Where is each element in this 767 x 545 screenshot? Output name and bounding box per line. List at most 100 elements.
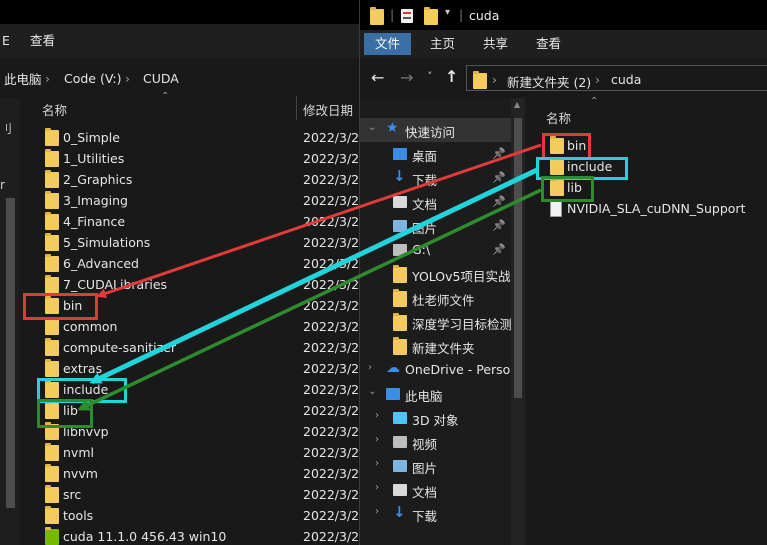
folder-icon — [393, 288, 409, 307]
left-tab-partial[interactable]: E — [0, 30, 20, 52]
folder-icon — [45, 233, 59, 251]
address-box[interactable]: › 新建文件夹 (2) › cuda — [466, 65, 767, 91]
file-modified-date: 2022/3/22 — [303, 235, 368, 250]
lib-highlight-box-left — [37, 399, 93, 428]
file-modified-date: 2022/3/22 — [303, 382, 368, 397]
pin-icon: 📌 — [492, 243, 506, 256]
chevron-down-icon[interactable]: ⌄ — [368, 386, 376, 397]
picture-icon — [393, 220, 407, 232]
folder-icon — [45, 191, 59, 209]
file-name: cuda 11.1.0 456.43 win10 — [63, 529, 227, 544]
folder-icon — [45, 317, 59, 335]
file-name: extras — [63, 361, 103, 376]
file-modified-date: 2022/3/22 — [303, 340, 368, 355]
properties-icon[interactable] — [401, 9, 413, 23]
drive-icon — [393, 244, 407, 256]
left-tab-view[interactable]: 查看 — [20, 30, 65, 52]
titlebar-divider: | — [459, 7, 464, 22]
nav-item[interactable]: 深度学习目标检测 — [360, 310, 512, 334]
folder-icon — [45, 338, 59, 356]
nav-item[interactable]: 杜老师文件 — [360, 286, 512, 310]
window-folder-icon — [370, 7, 384, 25]
breadcrumb-drive[interactable]: Code (V:) — [64, 58, 121, 98]
nav-item-label: 文档 — [412, 485, 438, 500]
recent-dropdown-icon[interactable]: ˅ — [427, 70, 433, 83]
nav-item[interactable]: › 3D 对象 — [360, 406, 512, 430]
right-explorer-window: | ▾ | cuda 文件 主页 共享 查看 ← → ˅ ↑ › 新建文件夹 (… — [359, 0, 767, 545]
nav-item[interactable]: › ↓ 下载 — [360, 502, 512, 526]
breadcrumb-separator-icon: › — [125, 70, 130, 86]
back-arrow-icon[interactable]: ← — [371, 68, 384, 87]
folder-icon — [45, 128, 59, 146]
up-arrow-icon[interactable]: ↑ — [445, 67, 458, 86]
file-modified-date: 2022/3/22 — [303, 130, 368, 145]
breadcrumb-new-folder-2[interactable]: 新建文件夹 (2) — [507, 72, 591, 91]
nav-item[interactable]: YOLOv5项目实战 — [360, 262, 512, 286]
chevron-right-icon[interactable]: › — [375, 458, 379, 469]
file-name: tools — [63, 508, 94, 523]
nav-item-label: 3D 对象 — [412, 413, 459, 428]
breadcrumb-this-pc[interactable]: 此电脑 — [4, 58, 42, 98]
nav-item-label: 图片 — [412, 221, 438, 236]
forward-arrow-icon[interactable]: → — [400, 68, 413, 87]
quick-access-dropdown-icon[interactable]: ▾ — [445, 7, 450, 18]
file-modified-date: 2022/3/22 — [303, 445, 368, 460]
chevron-right-icon[interactable]: › — [375, 482, 379, 493]
folder-icon — [45, 170, 59, 188]
breadcrumb-cuda[interactable]: cuda — [611, 72, 641, 87]
nav-item[interactable]: › ☁ OneDrive - Persor — [360, 358, 516, 382]
nav-item-label: 视频 — [412, 437, 438, 452]
pin-icon: 📌 — [492, 219, 506, 232]
nav-item-label: 此电脑 — [405, 389, 443, 404]
file-name: compute-sanitizer — [63, 340, 176, 355]
tab-view[interactable]: 查看 — [526, 33, 571, 55]
right-address-bar: ← → ˅ ↑ › 新建文件夹 (2) › cuda — [360, 58, 767, 98]
column-header-modified-date[interactable]: 修改日期 — [303, 100, 353, 119]
nav-item[interactable]: ⌄ 此电脑 — [360, 382, 512, 406]
breadcrumb-separator-icon: › — [45, 70, 50, 86]
chevron-right-icon[interactable]: › — [368, 362, 372, 373]
right-titlebar: | ▾ | cuda — [360, 0, 767, 30]
file-modified-date: 2022/3/22 — [303, 256, 368, 271]
file-name: nvvm — [63, 466, 98, 481]
tab-file[interactable]: 文件 — [364, 33, 412, 55]
tab-share[interactable]: 共享 — [473, 33, 518, 55]
document-icon — [393, 484, 407, 496]
bin-highlight-box-right — [542, 133, 591, 160]
file-name: 0_Simple — [63, 130, 120, 145]
folder-icon — [45, 464, 59, 482]
window-title: cuda — [469, 8, 500, 23]
nav-item-label: 下载 — [412, 509, 438, 524]
file-modified-date: 2022/3/22 — [303, 529, 368, 544]
folder-icon — [45, 254, 59, 272]
chevron-down-icon[interactable]: ⌄ — [368, 122, 376, 133]
nav-item-label: OneDrive - Persor — [405, 362, 516, 377]
folder-icon — [45, 212, 59, 230]
folder-icon — [45, 506, 59, 524]
chevron-right-icon[interactable]: › — [375, 410, 379, 421]
column-divider[interactable] — [296, 96, 297, 120]
file-name: 6_Advanced — [63, 256, 139, 271]
file-modified-date: 2022/3/22 — [303, 508, 368, 523]
address-folder-icon — [473, 71, 487, 89]
nav-item[interactable]: › 文档 — [360, 478, 512, 502]
nav-item[interactable]: › 图片 — [360, 454, 512, 478]
folder-icon — [45, 149, 59, 167]
tab-home[interactable]: 主页 — [420, 33, 465, 55]
nav-item[interactable]: 新建文件夹 — [360, 334, 512, 358]
file-name: nvml — [63, 445, 94, 460]
nav-item[interactable]: › 视频 — [360, 430, 512, 454]
nav-item[interactable]: G:\ 📌 — [360, 238, 512, 262]
file-modified-date: 2022/3/22 — [303, 193, 368, 208]
file-modified-date: 2022/3/22 — [303, 361, 368, 376]
breadcrumb-separator-icon: › — [595, 72, 600, 87]
nav-item-label: 深度学习目标检测 — [412, 317, 513, 332]
new-folder-icon[interactable] — [424, 7, 438, 25]
chevron-right-icon[interactable]: › — [375, 434, 379, 445]
star-icon: ★ — [386, 120, 399, 136]
chevron-right-icon[interactable]: › — [375, 506, 379, 517]
nav-item-label: G:\ — [412, 242, 431, 257]
column-header-name[interactable]: 名称 — [546, 108, 571, 127]
column-header-name[interactable]: 名称 — [42, 100, 67, 119]
scroll-up-icon[interactable]: ▲ — [514, 100, 520, 109]
